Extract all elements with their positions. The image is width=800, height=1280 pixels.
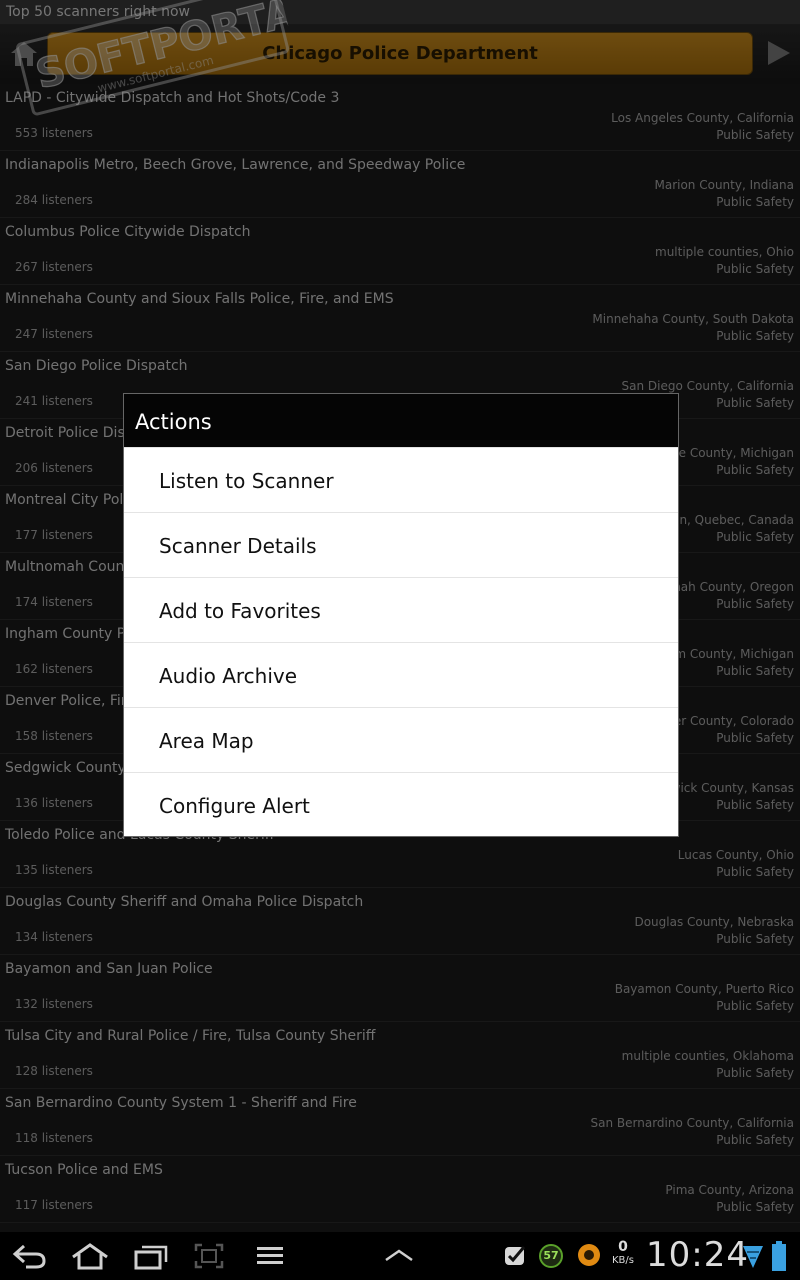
net-speed-unit: KB/s bbox=[612, 1255, 634, 1266]
screenshot-icon[interactable] bbox=[193, 1242, 225, 1270]
clock: 10:24 bbox=[646, 1235, 749, 1275]
scanner-details-item[interactable]: Scanner Details bbox=[124, 512, 678, 577]
network-speed: 0 KB/s bbox=[608, 1240, 638, 1267]
configure-alert-item[interactable]: Configure Alert bbox=[124, 772, 678, 837]
menu-icon[interactable] bbox=[254, 1242, 286, 1270]
dialog-title: Actions bbox=[124, 394, 678, 447]
actions-dialog: Actions Listen to Scanner Scanner Detail… bbox=[123, 393, 679, 837]
wifi-icon bbox=[743, 1246, 763, 1268]
net-speed-value: 0 bbox=[618, 1239, 628, 1255]
notification-count-badge[interactable]: 57 bbox=[539, 1244, 563, 1268]
orange-app-icon[interactable] bbox=[576, 1242, 602, 1268]
back-icon[interactable] bbox=[12, 1242, 48, 1270]
listen-to-scanner-item[interactable]: Listen to Scanner bbox=[124, 447, 678, 512]
task-check-icon[interactable] bbox=[502, 1242, 528, 1268]
chevron-up-icon[interactable] bbox=[382, 1242, 416, 1270]
recent-apps-icon[interactable] bbox=[133, 1242, 169, 1270]
system-nav-bar: 57 0 KB/s 10:24 bbox=[0, 1232, 800, 1280]
area-map-item[interactable]: Area Map bbox=[124, 707, 678, 772]
home-icon[interactable] bbox=[70, 1242, 110, 1270]
audio-archive-item[interactable]: Audio Archive bbox=[124, 642, 678, 707]
battery-icon bbox=[772, 1241, 786, 1271]
add-to-favorites-item[interactable]: Add to Favorites bbox=[124, 577, 678, 642]
